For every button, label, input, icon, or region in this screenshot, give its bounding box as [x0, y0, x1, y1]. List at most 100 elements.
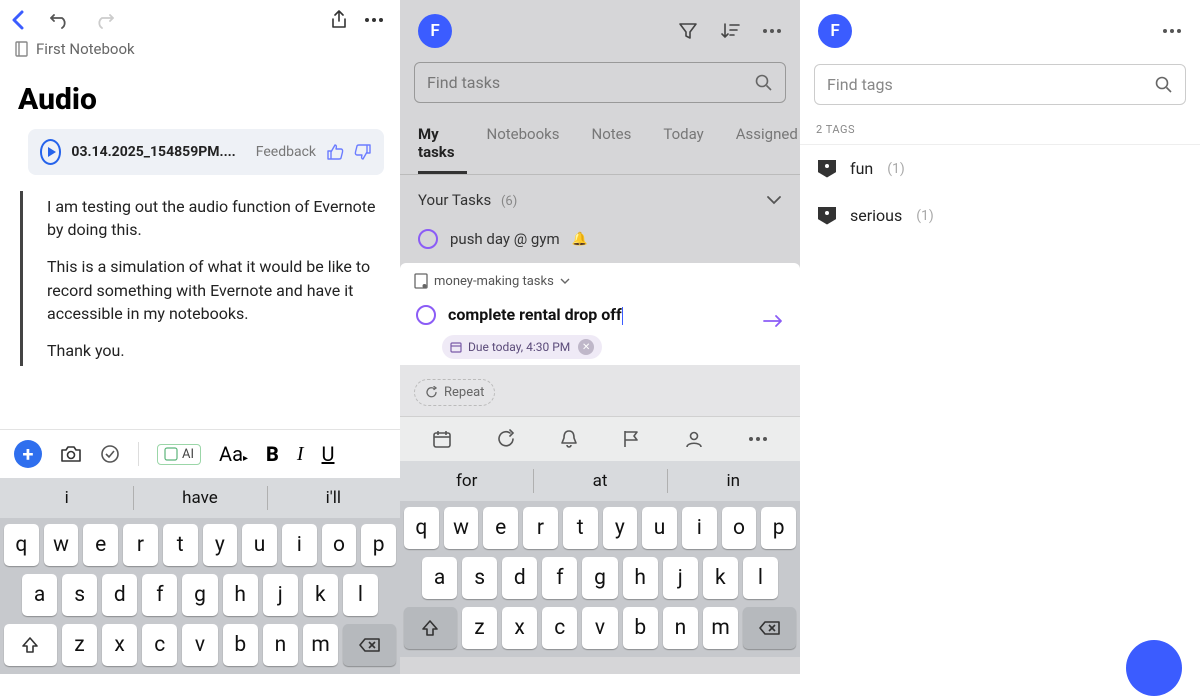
key[interactable]: z: [62, 624, 97, 666]
key[interactable]: k: [303, 574, 338, 616]
backspace-key[interactable]: [343, 624, 396, 666]
key[interactable]: h: [223, 574, 258, 616]
suggestion[interactable]: at: [533, 461, 666, 501]
underline-button[interactable]: U: [322, 442, 335, 466]
key[interactable]: m: [703, 607, 738, 649]
key[interactable]: w: [44, 524, 79, 566]
key[interactable]: c: [142, 624, 177, 666]
key[interactable]: o: [722, 507, 757, 549]
audio-attachment[interactable]: 03.14.2025_154859PM.... Feedback: [28, 129, 384, 175]
key[interactable]: u: [642, 507, 677, 549]
key[interactable]: d: [502, 557, 537, 599]
key[interactable]: f: [542, 557, 577, 599]
key[interactable]: p: [761, 507, 796, 549]
key[interactable]: k: [703, 557, 738, 599]
notebook-selector[interactable]: money-making tasks: [414, 273, 786, 289]
more-icon[interactable]: [1162, 28, 1182, 34]
repeat-chip[interactable]: Repeat: [414, 379, 495, 406]
bell-icon[interactable]: [560, 429, 578, 449]
flag-icon[interactable]: [622, 429, 640, 449]
tab-notes[interactable]: Notes: [592, 119, 644, 174]
tab-assigned[interactable]: Assigned: [736, 119, 810, 174]
text-style-button[interactable]: Aa▸: [219, 442, 248, 466]
key[interactable]: s: [62, 574, 97, 616]
key[interactable]: e: [483, 507, 518, 549]
tasks-section-header[interactable]: Your Tasks (6): [400, 175, 800, 221]
play-icon[interactable]: [40, 139, 61, 165]
key[interactable]: o: [322, 524, 357, 566]
task-input-row[interactable]: complete rental drop off: [414, 289, 786, 335]
key[interactable]: d: [102, 574, 137, 616]
key[interactable]: b: [623, 607, 658, 649]
note-title[interactable]: Audio: [0, 62, 400, 129]
camera-icon[interactable]: [60, 445, 82, 463]
key[interactable]: n: [663, 607, 698, 649]
tag-row[interactable]: serious (1): [800, 192, 1200, 239]
clear-due-icon[interactable]: ✕: [578, 339, 594, 355]
task-checkbox[interactable]: [418, 229, 438, 249]
key[interactable]: x: [502, 607, 537, 649]
task-checkbox[interactable]: [416, 305, 436, 325]
suggestion[interactable]: have: [133, 478, 266, 518]
key[interactable]: e: [83, 524, 118, 566]
share-icon[interactable]: [330, 10, 348, 30]
key[interactable]: z: [462, 607, 497, 649]
task-row[interactable]: push day @ gym 🔔: [400, 221, 800, 261]
due-date-chip[interactable]: Due today, 4:30 PM ✕: [442, 335, 602, 359]
key[interactable]: l: [343, 574, 378, 616]
key[interactable]: f: [142, 574, 177, 616]
key[interactable]: y: [203, 524, 238, 566]
key[interactable]: q: [404, 507, 439, 549]
suggestion[interactable]: i: [0, 478, 133, 518]
sort-icon[interactable]: [720, 22, 740, 40]
more-icon[interactable]: [748, 436, 768, 442]
shift-key[interactable]: [404, 607, 457, 649]
recurring-icon[interactable]: [496, 429, 516, 449]
suggestion[interactable]: in: [667, 461, 800, 501]
tag-row[interactable]: fun (1): [800, 145, 1200, 192]
shift-key[interactable]: [4, 624, 57, 666]
key[interactable]: h: [623, 557, 658, 599]
key[interactable]: r: [523, 507, 558, 549]
key[interactable]: x: [102, 624, 137, 666]
add-fab[interactable]: [1126, 640, 1182, 696]
italic-button[interactable]: I: [297, 443, 304, 466]
key[interactable]: v: [182, 624, 217, 666]
key[interactable]: j: [663, 557, 698, 599]
key[interactable]: a: [22, 574, 57, 616]
avatar[interactable]: F: [418, 14, 452, 48]
tab-today[interactable]: Today: [663, 119, 715, 174]
suggestion[interactable]: i'll: [267, 478, 400, 518]
breadcrumb[interactable]: First Notebook: [0, 36, 400, 62]
assign-icon[interactable]: [684, 429, 704, 449]
key[interactable]: u: [242, 524, 277, 566]
key[interactable]: r: [123, 524, 158, 566]
submit-arrow-icon[interactable]: [762, 314, 784, 328]
backspace-key[interactable]: [743, 607, 796, 649]
chevron-down-icon[interactable]: [766, 195, 782, 205]
calendar-icon[interactable]: [432, 429, 452, 449]
key[interactable]: i: [682, 507, 717, 549]
note-body[interactable]: I am testing out the audio function of E…: [20, 191, 384, 366]
suggestion[interactable]: for: [400, 461, 533, 501]
more-icon[interactable]: [762, 28, 782, 34]
task-input-text[interactable]: complete rental drop off: [448, 305, 623, 325]
key[interactable]: g: [182, 574, 217, 616]
key[interactable]: p: [361, 524, 396, 566]
key[interactable]: s: [462, 557, 497, 599]
key[interactable]: l: [743, 557, 778, 599]
key[interactable]: w: [444, 507, 479, 549]
key[interactable]: i: [282, 524, 317, 566]
back-icon[interactable]: [10, 10, 26, 30]
key[interactable]: n: [263, 624, 298, 666]
key[interactable]: m: [303, 624, 338, 666]
thumbs-up-icon[interactable]: [326, 143, 344, 161]
key[interactable]: j: [263, 574, 298, 616]
insert-button[interactable]: +: [14, 440, 42, 468]
thumbs-down-icon[interactable]: [354, 143, 372, 161]
bold-button[interactable]: B: [266, 442, 279, 466]
key[interactable]: c: [542, 607, 577, 649]
key[interactable]: t: [163, 524, 198, 566]
key[interactable]: t: [563, 507, 598, 549]
key[interactable]: g: [582, 557, 617, 599]
